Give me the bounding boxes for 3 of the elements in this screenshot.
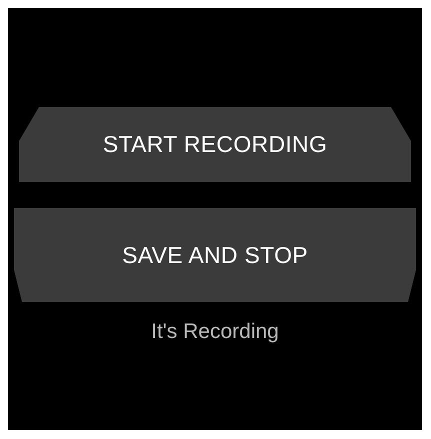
record-button[interactable]: START RECORDING [19, 107, 411, 182]
status-text: It's Recording [151, 320, 279, 344]
record-button[interactable]: SAVE AND STOP [14, 208, 416, 302]
